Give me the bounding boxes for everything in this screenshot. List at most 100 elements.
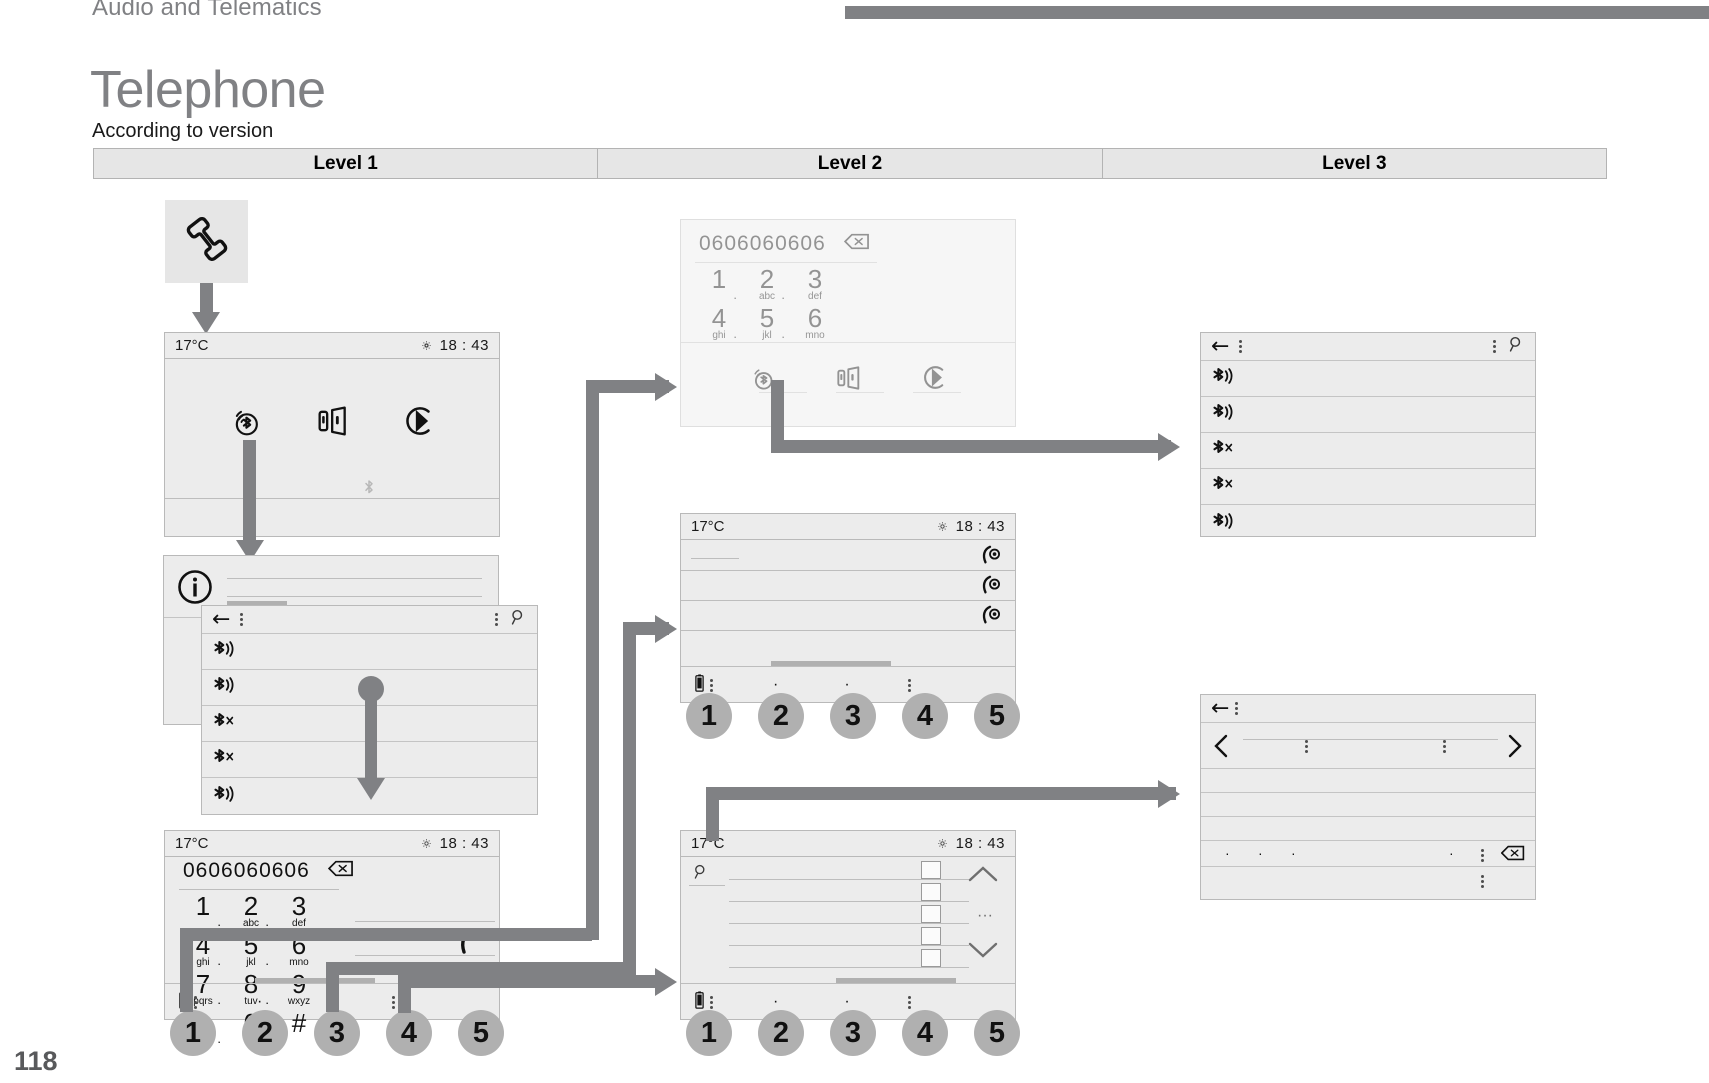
- call-log-temperature: 17°C: [691, 518, 725, 535]
- arrow-tile-to-home-shaft: [200, 283, 213, 315]
- step-circle[interactable]: 3: [830, 693, 876, 739]
- kebab-menu-icon[interactable]: [710, 995, 713, 1009]
- bt-list3-row[interactable]: [1201, 397, 1535, 433]
- contact-call-icon[interactable]: [979, 605, 1001, 630]
- step-circle[interactable]: 4: [902, 1010, 948, 1056]
- message-row[interactable]: [1201, 817, 1535, 841]
- step-circle[interactable]: 3: [314, 1010, 360, 1056]
- step-circle[interactable]: 5: [974, 693, 1020, 739]
- bt-list3-row[interactable]: [1201, 433, 1535, 469]
- kebab-menu-icon-right[interactable]: [495, 613, 498, 626]
- step-circle[interactable]: 5: [458, 1010, 504, 1056]
- bluetooth-waves-icon: [212, 638, 238, 665]
- dialpad-key[interactable]: 3 def: [275, 893, 323, 932]
- bt-list3-row[interactable]: [1201, 469, 1535, 505]
- step-circle[interactable]: 1: [686, 693, 732, 739]
- kebab-menu-icon-left[interactable]: [240, 613, 244, 626]
- bt-list1-row[interactable]: [202, 634, 537, 670]
- chevron-right-icon[interactable]: [1505, 733, 1525, 764]
- level-header-3: Level 3: [1322, 152, 1387, 174]
- kebab-menu-icon[interactable]: [907, 995, 911, 1009]
- contact-call-icon[interactable]: [979, 575, 1001, 600]
- search-icon[interactable]: [1508, 336, 1525, 358]
- contacts-checkbox[interactable]: [921, 861, 941, 879]
- bt-list3-row[interactable]: [1201, 505, 1535, 541]
- bluetooth-waves-icon: [212, 674, 238, 701]
- ghost-number-underline: [695, 262, 877, 263]
- contacts-checkbox[interactable]: [921, 905, 941, 923]
- kebab-menu-icon[interactable]: [391, 995, 395, 1009]
- step-circle[interactable]: 1: [686, 1010, 732, 1056]
- backspace-icon[interactable]: [327, 860, 354, 882]
- telephone-app-tile[interactable]: [165, 200, 248, 283]
- kebab-menu-icon[interactable]: [1443, 740, 1446, 753]
- ghost-key-digit: 3: [807, 264, 823, 294]
- ghost-number-field[interactable]: 0606060606: [681, 220, 1015, 258]
- dialpad-key-letters: mno: [289, 957, 309, 968]
- message-row[interactable]: [1201, 793, 1535, 817]
- message-row[interactable]: [1201, 769, 1535, 793]
- step-circle[interactable]: 3: [830, 1010, 876, 1056]
- bluetooth-waves-icon: [1211, 510, 1237, 537]
- play-circle-icon[interactable]: [400, 402, 438, 445]
- kebab-menu-icon[interactable]: [1305, 740, 1308, 753]
- chevron-down-icon[interactable]: [967, 939, 999, 966]
- kebab-menu-icon[interactable]: [194, 995, 197, 1009]
- call-log-step-circles: 1 2 3 4 5: [686, 693, 1020, 739]
- kebab-menu-icon[interactable]: [710, 678, 713, 692]
- kebab-menu-icon[interactable]: [907, 678, 911, 692]
- call-log-row-line-1: [681, 570, 1015, 571]
- step-circle[interactable]: 1: [170, 1010, 216, 1056]
- backspace-icon[interactable]: [1500, 845, 1525, 866]
- ghost-middle-divider: [681, 342, 1015, 343]
- message-panel-header: ←: [1201, 695, 1535, 723]
- ghost-dialpad-keys[interactable]: 1 2 abc 3 def 4 ghi 5 jkl 6 mno: [695, 266, 839, 344]
- search-icon[interactable]: [693, 863, 709, 885]
- call-log-clock: 18 : 43: [955, 518, 1005, 535]
- section-title: Audio and Telematics: [92, 0, 322, 21]
- kebab-menu-icon-right[interactable]: [1493, 340, 1496, 353]
- step-circle[interactable]: 2: [242, 1010, 288, 1056]
- dialpad-number-field[interactable]: 0606060606: [165, 857, 499, 885]
- dialpad-key-digit: 3: [291, 891, 307, 921]
- back-arrow-icon[interactable]: ←: [1211, 697, 1229, 720]
- message-compose-panel: ← · · · ·: [1200, 694, 1536, 900]
- ghost-key[interactable]: 3 def: [791, 266, 839, 305]
- step-circle[interactable]: 4: [386, 1010, 432, 1056]
- backspace-icon[interactable]: [843, 233, 870, 255]
- kebab-menu-icon[interactable]: [1481, 875, 1484, 888]
- contacts-checkbox[interactable]: [921, 883, 941, 901]
- contacts-checkbox[interactable]: [921, 949, 941, 967]
- step-circle[interactable]: 2: [758, 693, 804, 739]
- info-line-2: [227, 596, 482, 597]
- dialpad-temperature: 17°C: [175, 835, 209, 852]
- search-icon[interactable]: [510, 609, 527, 631]
- bt-list3-header: ←: [1201, 333, 1535, 361]
- ghost-key[interactable]: 6 mno: [791, 305, 839, 344]
- phone-transfer-icon[interactable]: [313, 404, 353, 443]
- contacts-checkbox[interactable]: [921, 927, 941, 945]
- back-arrow-icon[interactable]: ←: [212, 608, 230, 631]
- gear-icon[interactable]: [936, 520, 949, 533]
- chevron-up-icon[interactable]: [967, 863, 999, 890]
- dialpad-number-value: 0606060606: [183, 859, 310, 882]
- contact-call-icon[interactable]: [979, 545, 1001, 570]
- bt-list3-row[interactable]: [1201, 361, 1535, 397]
- bluetooth-waves-icon[interactable]: [226, 401, 266, 446]
- step-circle[interactable]: 4: [902, 693, 948, 739]
- step-circle[interactable]: 5: [974, 1010, 1020, 1056]
- kebab-menu-icon[interactable]: [1235, 702, 1239, 715]
- back-arrow-icon[interactable]: ←: [1211, 335, 1229, 358]
- message-footer-row[interactable]: [1201, 867, 1535, 893]
- message-input-row[interactable]: · · · ·: [1201, 841, 1535, 867]
- gear-icon[interactable]: [936, 837, 949, 850]
- contacts-row-line-2: [729, 901, 969, 902]
- gear-icon[interactable]: [420, 837, 433, 850]
- step-circle[interactable]: 2: [758, 1010, 804, 1056]
- contacts-row-line-1: [729, 879, 969, 880]
- kebab-menu-icon-left[interactable]: [1239, 340, 1243, 353]
- call-log-selection-bar: [771, 661, 891, 666]
- gear-icon[interactable]: [420, 339, 433, 352]
- chevron-left-icon[interactable]: [1211, 733, 1231, 764]
- kebab-menu-icon[interactable]: [1481, 849, 1484, 862]
